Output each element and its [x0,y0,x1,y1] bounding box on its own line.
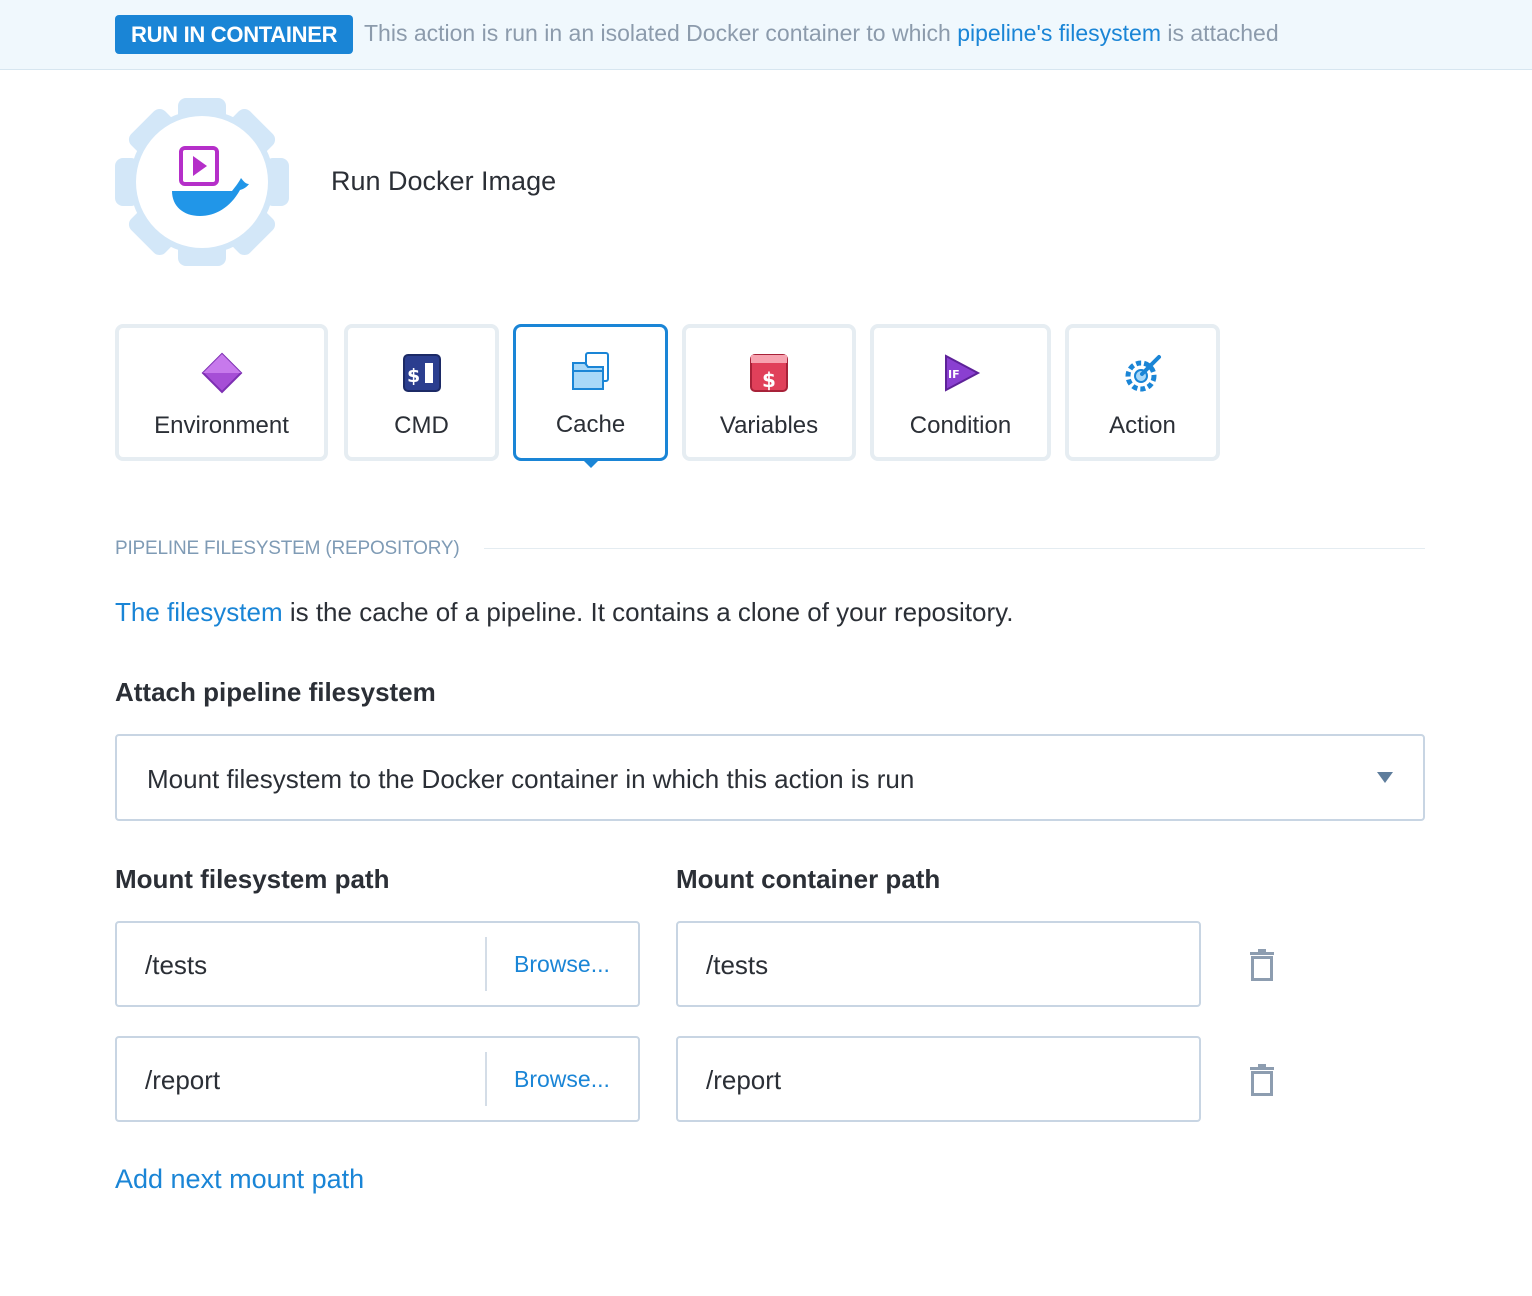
trash-icon[interactable] [1248,1063,1276,1097]
svg-text:IF: IF [948,368,960,381]
tab-label-variables: Variables [719,412,819,439]
banner-text-after: is attached [1161,20,1279,46]
dollar-window-icon: $ [750,354,788,392]
gear-wrench-icon [1125,355,1161,392]
section-divider [484,548,1425,549]
mount-filesystem-path-input[interactable]: /report Browse... [115,1036,640,1122]
tab-label-condition: Condition [909,412,1012,439]
mount-container-path-value: /tests [706,950,769,980]
field-divider [485,1052,487,1106]
browse-button[interactable]: Browse... [514,951,610,978]
mount-container-path-input[interactable]: /tests [676,921,1201,1007]
docker-whale-icon [115,98,289,266]
mount-filesystem-path-value: /tests [145,950,208,980]
tab-condition[interactable]: IF Condition [870,324,1051,461]
info-banner: RUN IN CONTAINER This action is run in a… [0,0,1532,70]
tab-cache[interactable]: Cache [513,324,668,461]
banner-text-before: This action is run in an isolated Docker… [364,20,958,46]
mount-container-path-value: /report [706,1065,782,1095]
tab-label-action: Action [1109,412,1176,439]
svg-text:$: $ [762,368,776,392]
attach-filesystem-selected: Mount filesystem to the Docker container… [147,764,915,794]
filesystem-description-text: is the cache of a pipeline. It contains … [282,597,1014,627]
mount-container-path-input[interactable]: /report [676,1036,1201,1122]
active-tab-pointer [582,459,600,468]
action-title: Run Docker Image [331,166,557,196]
tab-environment[interactable]: Environment [115,324,328,461]
field-divider [485,937,487,991]
add-next-mount-path-link[interactable]: Add next mount path [115,1164,364,1195]
trash-icon[interactable] [1248,948,1276,982]
tab-label-cmd: CMD [394,412,449,439]
banner-text: This action is run in an isolated Docker… [364,20,1279,47]
mount-filesystem-path-value: /report [145,1065,221,1095]
mount-filesystem-path-label: Mount filesystem path [115,864,390,894]
folder-files-icon [571,352,609,390]
diamond-icon [201,352,242,394]
tab-cmd[interactable]: $ CMD [344,324,499,461]
attach-filesystem-select[interactable]: Mount filesystem to the Docker container… [115,734,1425,821]
tab-action[interactable]: Action [1065,324,1220,461]
mount-container-path-label: Mount container path [676,864,941,894]
tab-variables[interactable]: $ Variables [682,324,856,461]
filesystem-description: The filesystem is the cache of a pipelin… [115,597,1013,628]
section-heading: PIPELINE FILESYSTEM (REPOSITORY) [115,538,460,559]
browse-button[interactable]: Browse... [514,1066,610,1093]
the-filesystem-link[interactable]: The filesystem [115,597,283,627]
pipeline-filesystem-link[interactable]: pipeline's filesystem [957,20,1161,46]
caret-down-icon [1377,772,1393,783]
mount-filesystem-path-input[interactable]: /tests Browse... [115,921,640,1007]
tab-label-cache: Cache [555,411,626,438]
terminal-dollar-icon: $ [402,354,441,392]
svg-text:$: $ [407,365,420,387]
if-play-icon: IF [944,354,980,392]
run-in-container-badge: RUN IN CONTAINER [115,15,354,54]
attach-filesystem-label: Attach pipeline filesystem [115,677,436,707]
tab-label-environment: Environment [154,412,289,439]
